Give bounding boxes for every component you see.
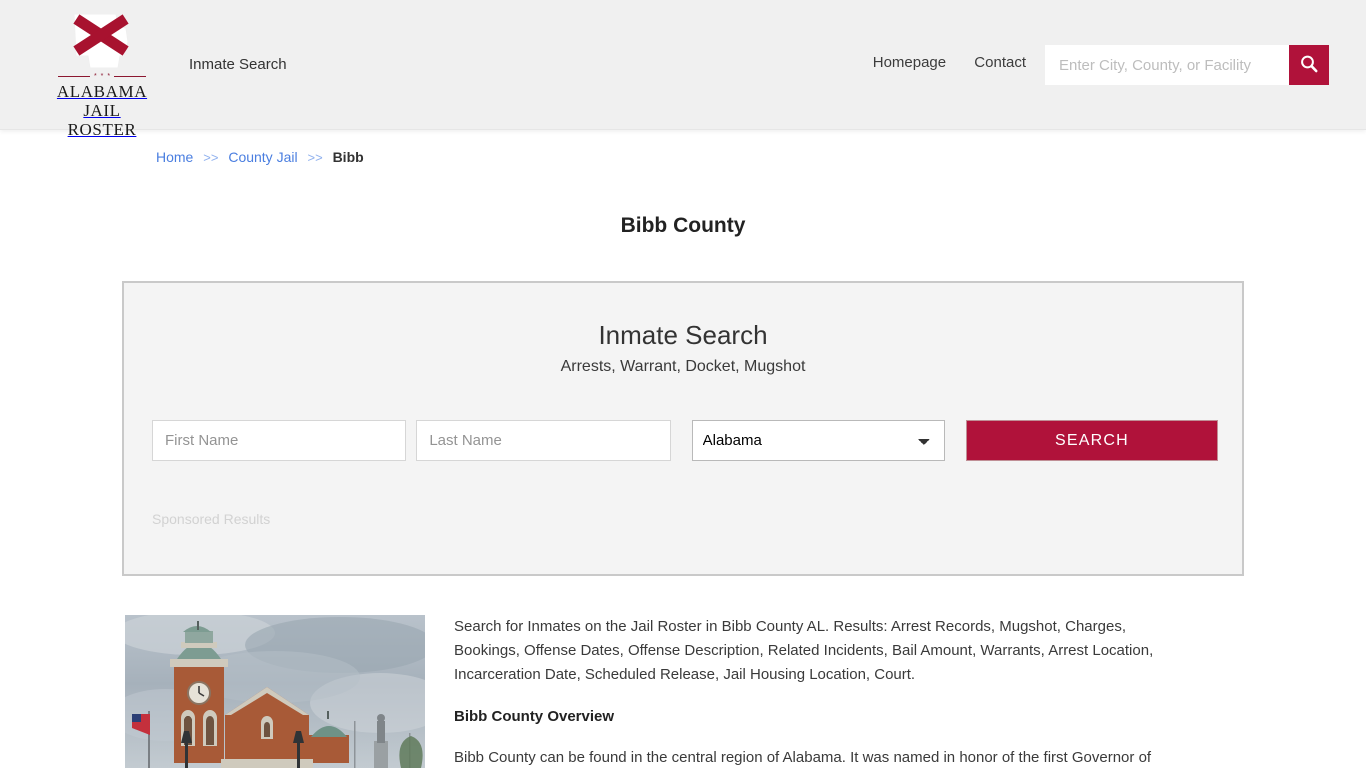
site-header: * * * ALABAMA JAIL ROSTER Inmate Search …	[0, 0, 1366, 139]
breadcrumb-separator: >>	[203, 150, 219, 165]
first-name-input[interactable]	[152, 420, 407, 461]
breadcrumb-item-county-jail[interactable]: County Jail	[228, 149, 297, 165]
logo-stars: * * *	[94, 73, 112, 80]
overview-paragraph: Bibb County can be found in the central …	[454, 749, 1152, 766]
breadcrumb: Home >> County Jail >> Bibb	[156, 149, 364, 165]
state-select[interactable]: Alabama	[691, 420, 945, 461]
intro-paragraph: Search for Inmates on the Jail Roster in…	[454, 618, 1154, 683]
breadcrumb-item-home[interactable]: Home	[156, 149, 193, 165]
sponsored-results-label: Sponsored Results	[152, 511, 271, 527]
inmate-search-panel: Inmate Search Arrests, Warrant, Docket, …	[122, 281, 1244, 576]
panel-subtitle: Arrests, Warrant, Docket, Mugshot	[560, 358, 806, 375]
breadcrumb-item-bibb: Bibb	[332, 149, 364, 165]
breadcrumb-separator: >>	[307, 150, 323, 165]
panel-title: Inmate Search	[598, 320, 768, 350]
page-title: Bibb County	[620, 214, 746, 238]
alabama-state-outline-with-red-cross-icon	[66, 12, 138, 70]
bibb-county-courthouse-photo	[125, 615, 425, 768]
header-search-input[interactable]	[1045, 45, 1289, 85]
logo-divider-rule: * * *	[58, 72, 146, 81]
search-icon	[1299, 54, 1319, 77]
last-name-input[interactable]	[416, 420, 671, 461]
header-search-form	[1045, 45, 1329, 85]
content-text-block: Search for Inmates on the Jail Roster in…	[454, 615, 1190, 770]
logo-text-line1: ALABAMA	[56, 82, 148, 101]
header-tagline: Inmate Search	[189, 56, 287, 73]
site-logo[interactable]: * * * ALABAMA JAIL ROSTER	[52, 12, 152, 139]
header-nav: Homepage Contact	[849, 54, 1026, 71]
header-search-button[interactable]	[1289, 45, 1329, 85]
logo-text-line2: JAIL ROSTER	[67, 101, 137, 139]
overview-heading: Bibb County Overview	[454, 708, 615, 725]
inmate-search-form: Alabama SEARCH	[152, 420, 1218, 461]
nav-link-contact[interactable]: Contact	[974, 54, 1026, 71]
inmate-search-submit-button[interactable]: SEARCH	[965, 420, 1218, 461]
nav-link-homepage[interactable]: Homepage	[873, 54, 946, 71]
